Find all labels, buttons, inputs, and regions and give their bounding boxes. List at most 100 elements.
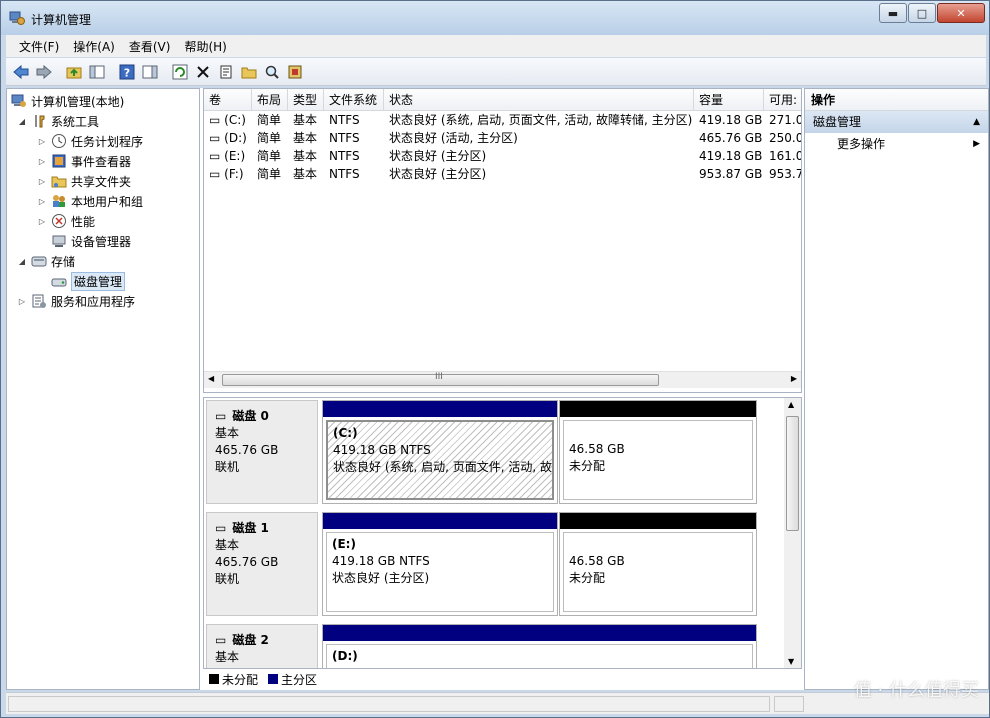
tree-item-storage[interactable]: ◢ 存储 [17, 251, 75, 271]
disk-size: 465.76 GB [215, 443, 279, 457]
actions-header: 操作 [805, 89, 988, 111]
scroll-up-arrow-icon[interactable]: ▲ [788, 400, 794, 409]
collapsed-arrow-icon[interactable]: ▷ [37, 137, 47, 146]
storage-icon [31, 253, 47, 269]
scroll-thumb[interactable] [786, 416, 799, 531]
partition-label: (C:) [333, 426, 358, 440]
tree-label: 服务和应用程序 [51, 294, 136, 309]
primary-partition-bar [323, 625, 756, 641]
title-bar[interactable]: 计算机管理 ▬ □ ✕ [1, 1, 989, 35]
column-header-layout[interactable]: 布局 [252, 89, 288, 111]
column-header-filesystem[interactable]: 文件系统 [324, 89, 384, 111]
tree-item-local-users-groups[interactable]: ▷ 本地用户和组 [37, 191, 143, 211]
maximize-button[interactable]: □ [908, 3, 936, 23]
menu-file[interactable]: 文件(F) [12, 38, 66, 55]
menu-help[interactable]: 帮助(H) [177, 38, 233, 55]
collapsed-arrow-icon[interactable]: ▷ [37, 157, 47, 166]
tree-label: 系统工具 [51, 114, 100, 129]
help-icon[interactable]: ? [116, 61, 138, 83]
partition-unallocated[interactable]: 46.58 GB 未分配 [559, 400, 757, 504]
refresh-icon[interactable] [169, 61, 191, 83]
tree-item-system-tools[interactable]: ◢ 系统工具 [17, 111, 99, 131]
disk-settings-icon[interactable] [284, 61, 306, 83]
tree-label: 共享文件夹 [71, 174, 132, 189]
more-actions-item[interactable]: 更多操作 ▶ [805, 133, 988, 155]
partition-c[interactable]: (C:) 419.18 GB NTFS 状态良好 (系统, 启动, 页面文件, … [322, 400, 558, 504]
layout-cell: 简单 [257, 113, 282, 127]
tree-item-shared-folders[interactable]: ▷ 共享文件夹 [37, 171, 131, 191]
back-arrow-icon[interactable] [10, 61, 32, 83]
disk-map: ▭ 磁盘 0 基本 465.76 GB 联机 (C:) 419.18 GB NTF… [203, 397, 802, 669]
column-header-type[interactable]: 类型 [288, 89, 324, 111]
status-cell: 状态良好 (主分区) [389, 149, 487, 163]
scroll-thumb[interactable]: III [222, 372, 659, 386]
show-hide-tree-icon[interactable] [86, 61, 108, 83]
volume-cell: ▭ (D:) [209, 131, 247, 145]
window-title: 计算机管理 [31, 13, 92, 27]
unallocated-bar [560, 401, 756, 417]
disk-icon: ▭ [215, 521, 227, 535]
actions-section-disk-management[interactable]: 磁盘管理 ▲ [805, 111, 988, 133]
disk-info[interactable]: ▭ 磁盘 1 基本 465.76 GB 联机 [206, 512, 318, 616]
tree-item-disk-management[interactable]: 磁盘管理 [37, 271, 126, 291]
disk-info[interactable]: ▭ 磁盘 2 基本 [206, 624, 318, 668]
partition-e[interactable]: (E:) 419.18 GB NTFS 状态良好 (主分区) [322, 512, 558, 616]
vertical-scrollbar[interactable]: ▲ ▼ [784, 398, 801, 668]
forward-arrow-icon[interactable] [33, 61, 55, 83]
legend-label-unallocated: 未分配 [222, 672, 259, 687]
tree-item-computer-management[interactable]: 计算机管理(本地) [11, 91, 124, 111]
drive-icon: ▭ [209, 149, 225, 163]
volume-row[interactable]: ▭ (C:) 简单 基本 NTFS 状态良好 (系统, 启动, 页面文件, 活动… [204, 111, 801, 129]
shared-folder-icon [51, 173, 67, 189]
collapsed-arrow-icon[interactable]: ▷ [17, 297, 27, 306]
tree-item-performance[interactable]: ▷ 性能 [37, 211, 95, 231]
horizontal-scrollbar[interactable]: ◀ III ▶ [204, 371, 801, 388]
volume-row[interactable]: ▭ (D:) 简单 基本 NTFS 状态良好 (活动, 主分区) 465.76 … [204, 129, 801, 147]
scroll-down-arrow-icon[interactable]: ▼ [788, 657, 794, 666]
layout-cell: 简单 [257, 149, 282, 163]
collapsed-arrow-icon[interactable]: ▷ [37, 177, 47, 186]
column-header-volume[interactable]: 卷 [204, 89, 252, 111]
tree-item-services-applications[interactable]: ▷ 服务和应用程序 [17, 291, 135, 311]
volume-row[interactable]: ▭ (F:) 简单 基本 NTFS 状态良好 (主分区) 953.87 GB 9… [204, 165, 801, 183]
menu-action[interactable]: 操作(A) [66, 38, 122, 55]
scroll-left-arrow-icon[interactable]: ◀ [208, 374, 214, 383]
disk-info[interactable]: ▭ 磁盘 0 基本 465.76 GB 联机 [206, 400, 318, 504]
legend: 未分配 主分区 [203, 669, 802, 689]
expanded-arrow-icon[interactable]: ◢ [17, 117, 27, 126]
show-hide-action-pane-icon[interactable] [139, 61, 161, 83]
filesystem-cell: NTFS [329, 113, 360, 127]
free-cell: 161.0 [769, 149, 802, 163]
scroll-right-arrow-icon[interactable]: ▶ [791, 374, 797, 383]
partition-size: 46.58 GB [569, 442, 625, 456]
partition-unallocated[interactable]: 46.58 GB 未分配 [559, 512, 757, 616]
disk-row: ▭ 磁盘 2 基本 (D:) [204, 622, 784, 668]
close-button[interactable]: ✕ [937, 3, 985, 23]
partition-size: 46.58 GB [569, 554, 625, 568]
tree-item-device-manager[interactable]: 设备管理器 [37, 231, 131, 251]
column-header-capacity[interactable]: 容量 [694, 89, 764, 111]
tree-item-task-scheduler[interactable]: ▷ 任务计划程序 [37, 131, 143, 151]
clock-icon [51, 133, 67, 149]
properties-icon[interactable] [215, 61, 237, 83]
computer-management-window: 计算机管理 ▬ □ ✕ 文件(F) 操作(A) 查看(V) 帮助(H) ? 计算… [0, 0, 990, 718]
collapsed-arrow-icon[interactable]: ▷ [37, 197, 47, 206]
minimize-button[interactable]: ▬ [879, 3, 907, 23]
volume-list: 卷 布局 类型 文件系统 状态 容量 可用: ▭ (C:) 简单 基本 NTFS… [203, 88, 802, 393]
capacity-cell: 465.76 GB [699, 131, 763, 145]
open-folder-icon[interactable] [238, 61, 260, 83]
up-folder-icon[interactable] [63, 61, 85, 83]
status-segment [8, 696, 770, 712]
expanded-arrow-icon[interactable]: ◢ [17, 257, 27, 266]
partition-d[interactable]: (D:) [322, 624, 757, 668]
menu-view[interactable]: 查看(V) [122, 38, 178, 55]
delete-icon[interactable] [192, 61, 214, 83]
column-header-free[interactable]: 可用: [764, 89, 801, 111]
partition-status: 未分配 [569, 571, 606, 585]
volume-row[interactable]: ▭ (E:) 简单 基本 NTFS 状态良好 (主分区) 419.18 GB 1… [204, 147, 802, 165]
collapsed-arrow-icon[interactable]: ▷ [37, 217, 47, 226]
collapse-arrow-icon[interactable]: ▲ [973, 111, 980, 133]
search-icon[interactable] [261, 61, 283, 83]
tree-item-event-viewer[interactable]: ▷ 事件查看器 [37, 151, 131, 171]
column-header-status[interactable]: 状态 [384, 89, 694, 111]
